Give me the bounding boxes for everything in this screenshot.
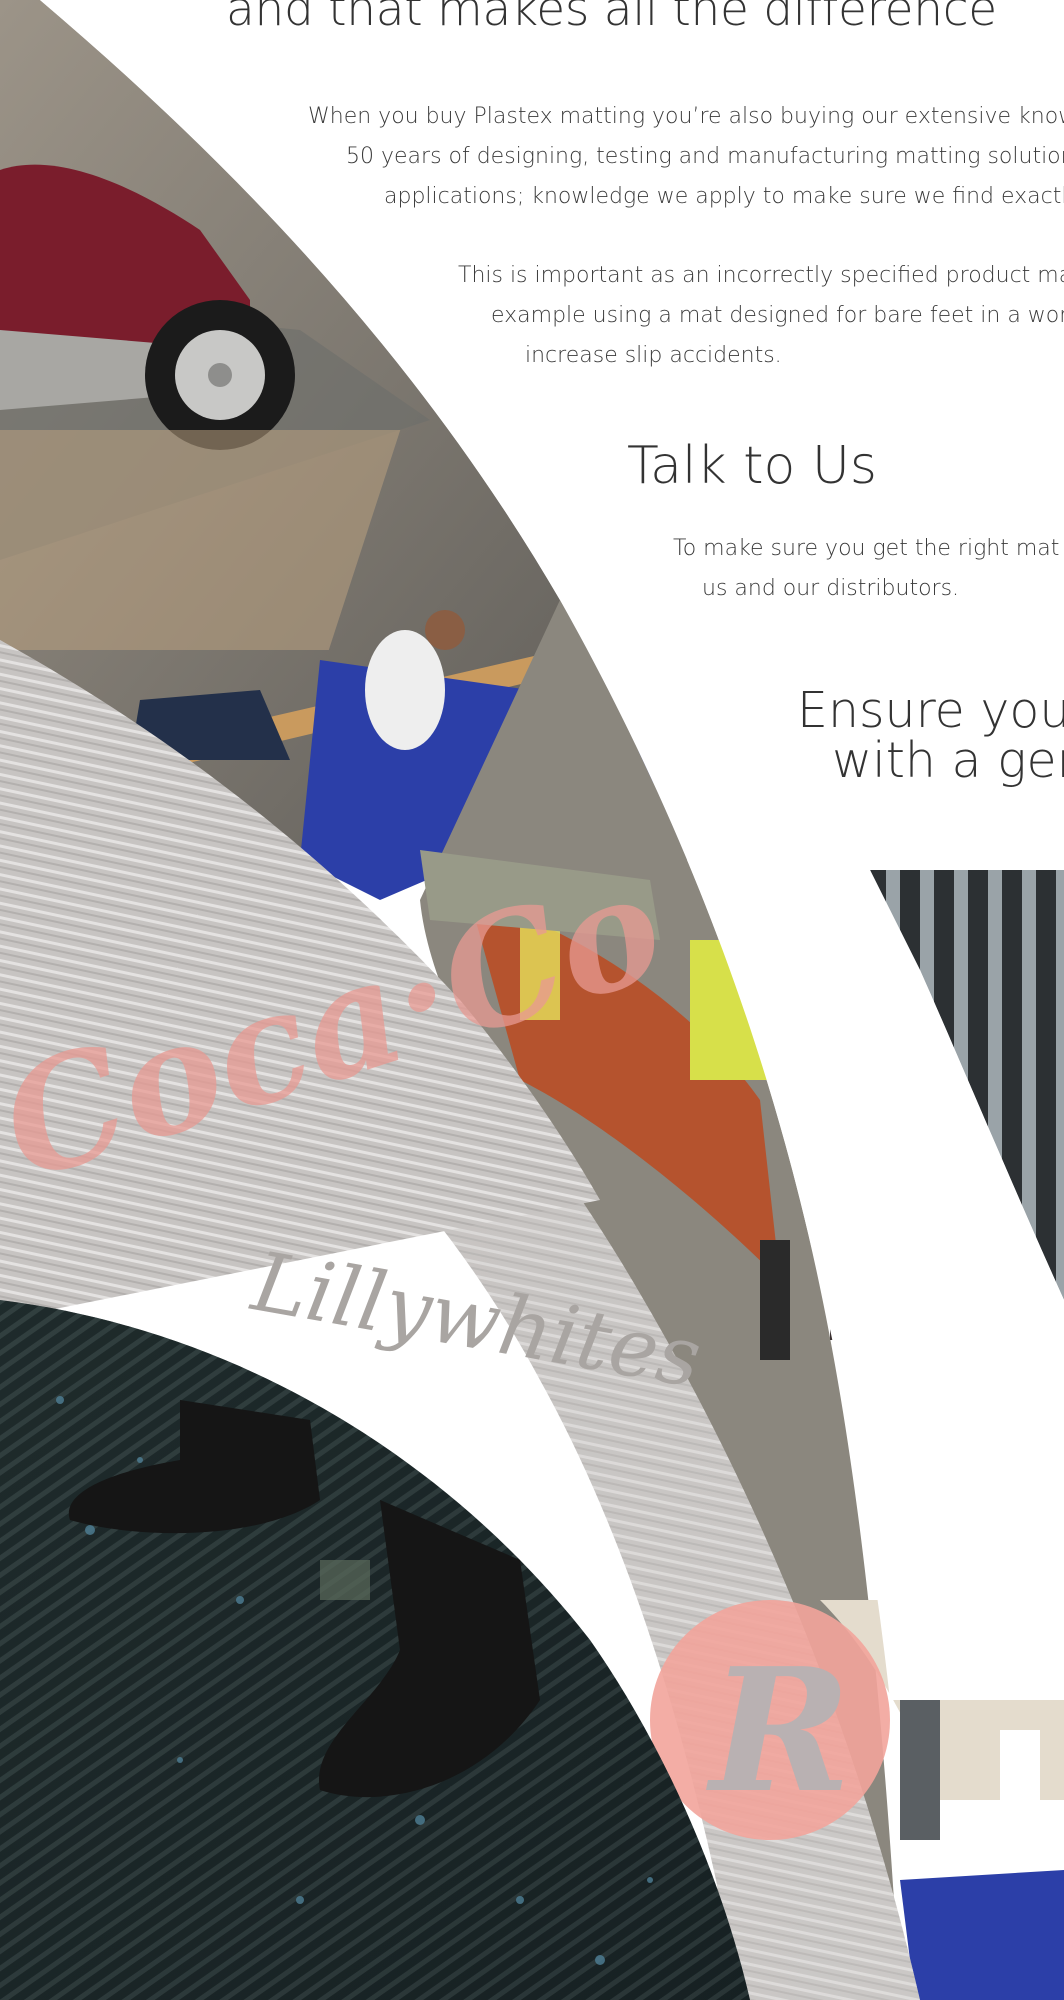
talk-paragraph: To make sure you get the right mat fo us… — [673, 529, 1064, 609]
importance-line-3: increase slip accidents. — [525, 343, 782, 368]
intro-line-2: 50 years of designing, testing and manuf… — [346, 144, 1064, 169]
intro-line-1: When you buy Plastex matting you’re also… — [308, 104, 1064, 129]
ensure-line-2: with a gen — [832, 732, 1064, 789]
heading-ensure: Ensure you h with a gen — [797, 686, 1064, 786]
talk-line-2: us and our distributors. — [702, 576, 960, 601]
ensure-line-1: Ensure you h — [797, 682, 1064, 739]
heading-talk-to-us: Talk to Us — [627, 436, 877, 496]
intro-line-3: applications; knowledge we apply to make… — [384, 184, 1064, 209]
importance-line-2: example using a mat designed for bare fe… — [491, 303, 1064, 328]
intro-paragraph: When you buy Plastex matting you’re also… — [308, 97, 1064, 217]
talk-line-1: To make sure you get the right mat fo — [673, 536, 1064, 561]
importance-line-1: This is important as an incorrectly spec… — [458, 263, 1064, 288]
logo-r: R — [706, 1631, 851, 1831]
heading-top: and that makes all the difference — [226, 0, 997, 37]
importance-paragraph: This is important as an incorrectly spec… — [458, 256, 1064, 376]
